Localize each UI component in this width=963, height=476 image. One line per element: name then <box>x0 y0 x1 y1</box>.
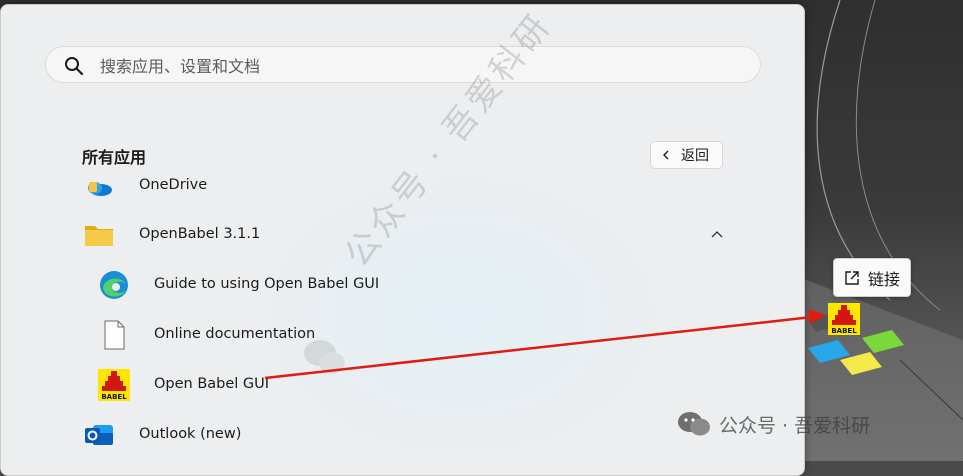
external-link-icon <box>845 270 859 285</box>
app-item-outlook[interactable]: Outlook (new) <box>61 410 751 460</box>
link-tooltip: 链接 <box>833 258 911 297</box>
app-item-guide[interactable]: Guide to using Open Babel GUI <box>61 260 751 310</box>
windows-logo-tiles <box>808 314 904 375</box>
app-item-label: Open Babel GUI <box>154 376 270 392</box>
openbabel-icon: BABEL <box>98 369 130 401</box>
search-input[interactable] <box>98 53 742 79</box>
wechat-icon <box>678 412 710 436</box>
folder-icon <box>85 226 113 246</box>
onedrive-icon <box>88 182 112 196</box>
app-item-label: Outlook (new) <box>139 426 242 442</box>
app-item-label: Guide to using Open Babel GUI <box>154 276 380 292</box>
svg-text:BABEL: BABEL <box>831 327 857 335</box>
search-icon <box>65 57 84 76</box>
search-box[interactable] <box>45 46 761 83</box>
app-item-openbabel-gui[interactable]: BABEL Open Babel GUI <box>61 360 751 410</box>
watermark-bottom-text: 公众号 · 吾爱科研 <box>719 414 871 437</box>
app-folder-label: OpenBabel 3.1.1 <box>139 226 261 242</box>
back-button[interactable]: 返回 <box>650 141 723 169</box>
app-item-online-doc[interactable]: Online documentation <box>61 310 751 360</box>
document-icon <box>104 320 125 350</box>
svg-text:BABEL: BABEL <box>101 393 127 401</box>
link-tooltip-label: 链接 <box>868 269 901 289</box>
back-button-label: 返回 <box>681 148 709 164</box>
watermark-bottom: 公众号 · 吾爱科研 <box>677 406 870 442</box>
openbabel-desktop-icon[interactable]: BABEL <box>828 303 860 335</box>
chevron-up-icon[interactable] <box>710 230 724 240</box>
outlook-icon <box>85 425 113 445</box>
wechat-watermark-icon <box>304 340 345 374</box>
app-item-label: Online documentation <box>154 326 316 342</box>
app-item-label: OneDrive <box>139 177 208 193</box>
chevron-left-icon <box>663 150 669 160</box>
edge-icon <box>100 271 128 299</box>
all-apps-title: 所有应用 <box>82 148 147 167</box>
